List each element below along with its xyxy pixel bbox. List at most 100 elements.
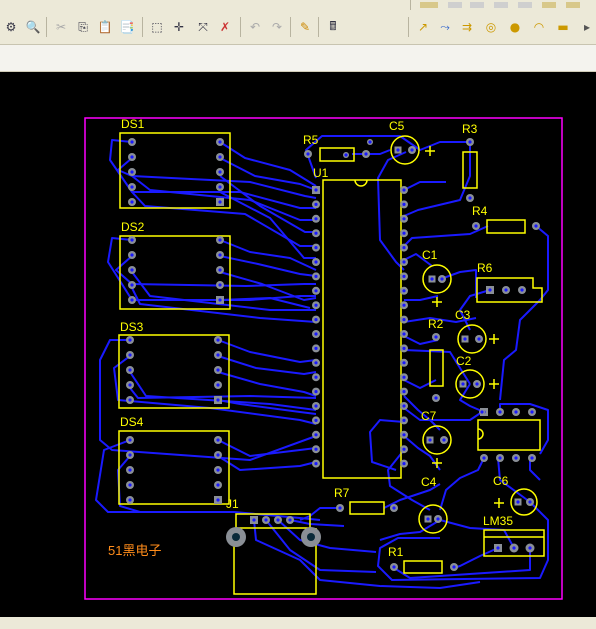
move-icon[interactable]: ✛ xyxy=(170,18,188,36)
pad-hole xyxy=(130,253,134,257)
pad-hole xyxy=(402,217,406,221)
label-r4: R4 xyxy=(472,204,488,218)
pad-hole xyxy=(488,288,492,292)
deselect-icon[interactable]: ✗ xyxy=(216,18,234,36)
pad-hole xyxy=(232,533,240,541)
pad-hole xyxy=(218,283,222,287)
document-tab-strip xyxy=(0,45,596,72)
extra-tool-icon[interactable]: ▸ xyxy=(578,18,596,36)
cross-select-icon[interactable]: ⤧ xyxy=(194,18,212,36)
pad-hole xyxy=(402,404,406,408)
pad-icon[interactable]: ● xyxy=(506,18,524,36)
label-lm35: LM35 xyxy=(483,514,513,528)
r7-outline xyxy=(349,501,385,515)
cut-icon[interactable]: ✂ xyxy=(52,18,70,36)
pad-hole xyxy=(428,438,432,442)
pad-hole xyxy=(314,404,318,408)
pad-hole xyxy=(514,410,518,414)
pad-hole xyxy=(314,332,318,336)
interactive-route-icon[interactable]: ⤳ xyxy=(436,18,454,36)
pad-hole xyxy=(440,277,444,281)
via-icon[interactable]: ◎ xyxy=(482,18,500,36)
pad-hole xyxy=(314,447,318,451)
label-r3: R3 xyxy=(462,122,478,136)
pad-hole xyxy=(218,140,222,144)
pad-hole xyxy=(392,565,396,569)
inspect-icon[interactable]: 🖩 xyxy=(324,18,342,36)
label-ds2: DS2 xyxy=(121,220,145,234)
pad-hole xyxy=(482,456,486,460)
label-r6: R6 xyxy=(477,261,493,275)
label-r1: R1 xyxy=(388,545,404,559)
pad-hole xyxy=(130,185,134,189)
pad-hole xyxy=(216,353,220,357)
label-c6: C6 xyxy=(493,474,509,488)
pad-hole xyxy=(314,289,318,293)
pad-hole xyxy=(128,468,132,472)
pad-hole xyxy=(452,565,456,569)
pad-hole xyxy=(344,153,348,157)
route-icon[interactable]: ↗ xyxy=(414,18,432,36)
pcb-layout[interactable]: DS1 DS2 DS3 DS4 R5 U1 C5 R3 R4 C1 R6 R2 … xyxy=(0,72,596,617)
pad-hole xyxy=(498,456,502,460)
pad-hole xyxy=(402,447,406,451)
pad-hole xyxy=(314,462,318,466)
fill-icon[interactable]: ▬ xyxy=(554,18,572,36)
pad-hole xyxy=(530,410,534,414)
pad-hole xyxy=(498,410,502,414)
pad-hole xyxy=(392,506,396,510)
pcb-editor-canvas[interactable]: DS1 DS2 DS3 DS4 R5 U1 C5 R3 R4 C1 R6 R2 … xyxy=(0,72,596,617)
pad-hole xyxy=(402,332,406,336)
label-r5: R5 xyxy=(303,133,319,147)
undo-icon[interactable]: ↶ xyxy=(246,18,264,36)
pad-hole xyxy=(128,368,132,372)
pad-hole xyxy=(216,453,220,457)
pad-hole xyxy=(252,518,256,522)
pad-hole xyxy=(468,196,472,200)
pad-hole xyxy=(426,517,430,521)
highlight-icon[interactable]: ✎ xyxy=(296,18,314,36)
pad-hole xyxy=(528,546,532,550)
toolbar-top-strip xyxy=(0,0,596,12)
redo-icon[interactable]: ↷ xyxy=(268,18,286,36)
diff-pair-icon[interactable]: ⇉ xyxy=(458,18,476,36)
r2-outline xyxy=(429,349,444,387)
pad-hole xyxy=(216,438,220,442)
pad-hole xyxy=(314,361,318,365)
pad-hole xyxy=(128,383,132,387)
pad-hole xyxy=(307,533,315,541)
paste-icon[interactable]: 📋 xyxy=(96,18,114,36)
label-u1: U1 xyxy=(313,166,329,180)
pad-hole xyxy=(436,517,440,521)
brand-text: 51黑电子 xyxy=(108,543,161,558)
pad-hole xyxy=(314,231,318,235)
pad-hole xyxy=(504,288,508,292)
pad-hole xyxy=(314,217,318,221)
label-r2: R2 xyxy=(428,317,444,331)
pad-hole xyxy=(288,518,292,522)
label-c5: C5 xyxy=(389,119,405,133)
pad-hole xyxy=(128,353,132,357)
pad-hole xyxy=(218,268,222,272)
select-icon[interactable]: ⬚ xyxy=(148,18,166,36)
label-j1: J1 xyxy=(226,497,239,511)
pad-hole xyxy=(218,170,222,174)
pad-hole xyxy=(496,546,500,550)
paste-special-icon[interactable]: 📑 xyxy=(118,18,136,36)
pad-hole xyxy=(264,518,268,522)
zoom-icon[interactable]: 🔍 xyxy=(24,18,42,36)
status-strip xyxy=(0,617,596,629)
pad-hole xyxy=(314,246,318,250)
label-ds1: DS1 xyxy=(121,117,145,131)
pad-hole xyxy=(402,318,406,322)
pad-hole xyxy=(314,390,318,394)
copy-icon[interactable]: ⎘ xyxy=(74,18,92,36)
pad-hole xyxy=(434,335,438,339)
browse-icon[interactable]: ⚙ xyxy=(2,18,20,36)
designator-labels: DS1 DS2 DS3 DS4 R5 U1 C5 R3 R4 C1 R6 R2 … xyxy=(120,117,513,559)
pad-hole xyxy=(338,506,342,510)
pad-hole xyxy=(410,148,414,152)
pad-hole xyxy=(402,361,406,365)
label-c2: C2 xyxy=(456,354,472,368)
arc-icon[interactable]: ◠ xyxy=(530,18,548,36)
